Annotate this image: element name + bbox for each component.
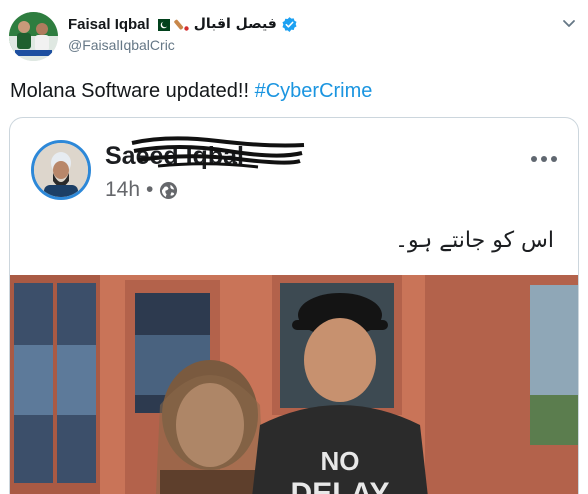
svg-text:NO: NO <box>321 446 360 476</box>
pakistan-flag-icon <box>153 18 170 31</box>
fb-post-photo: NO DELAY <box>10 275 578 494</box>
ellipsis-icon <box>530 150 558 162</box>
tweet-text-plain: Molana Software updated!! <box>10 80 255 102</box>
tweet-text: Molana Software updated!! #CyberCrime <box>10 80 372 103</box>
fb-post-text: اس کو جانتے ہو۔ <box>395 228 554 253</box>
author-display-name[interactable]: Faisal Iqbal <box>68 16 150 33</box>
chevron-down-icon[interactable] <box>560 14 578 32</box>
svg-text:DELAY: DELAY <box>291 477 390 494</box>
author-handle[interactable]: @FaisalIqbalCric <box>68 37 175 53</box>
globe-icon <box>159 181 178 200</box>
cricket-bat-icon <box>173 18 190 31</box>
avatar-image <box>9 12 58 61</box>
fb-poster-avatar <box>31 140 91 200</box>
photo-illustration: NO DELAY <box>10 275 578 494</box>
author-urdu-name: فیصل اقبال <box>193 16 277 32</box>
fb-avatar-image <box>34 143 88 197</box>
author-avatar[interactable] <box>9 12 58 61</box>
fb-meta-separator: • <box>146 178 154 201</box>
verified-badge-icon <box>281 16 298 33</box>
author-name-row: Faisal Iqbal فیصل اقبال <box>68 13 298 35</box>
fb-post-meta: 14h • <box>105 178 178 202</box>
hashtag-link[interactable]: #CyberCrime <box>255 80 373 102</box>
tweet-media[interactable]: Saeed Iqbal 14h • اس کو جانتے ہو۔ NO DEL… <box>9 117 579 494</box>
fb-post-time: 14h <box>105 178 141 201</box>
redaction-scribble <box>131 136 305 169</box>
